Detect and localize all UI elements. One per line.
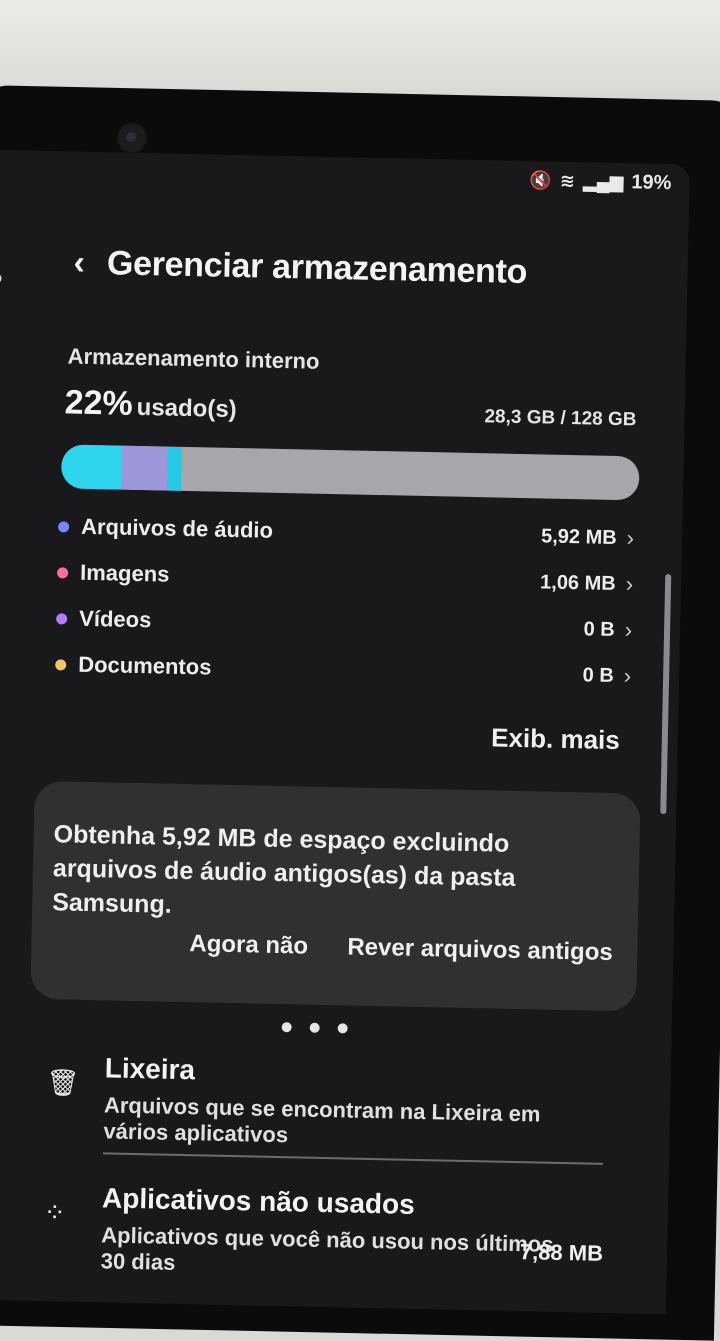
item-subtitle: Arquivos que se encontram na Lixeira em … bbox=[103, 1092, 541, 1148]
item-size: 7,88 MB bbox=[519, 1239, 604, 1266]
not-now-button[interactable]: Agora não bbox=[189, 930, 308, 960]
usage-segment-other bbox=[120, 445, 168, 491]
signal-icon: ▂▄▆ bbox=[582, 171, 624, 193]
chevron-right-icon: › bbox=[623, 663, 632, 689]
category-size: 1,06 MB bbox=[539, 570, 616, 595]
trash-item[interactable]: 🗑 Lixeira Arquivos que se encontram na L… bbox=[45, 1051, 617, 1163]
storage-percent: 22% bbox=[64, 383, 134, 423]
trash-icon: 🗑 bbox=[46, 1067, 80, 1098]
category-size: 0 B bbox=[582, 663, 615, 687]
category-list: Arquivos de áudio 5,92 MB › Imagens 1,06… bbox=[55, 503, 635, 699]
usage-segment-system bbox=[166, 446, 182, 491]
storage-percent-suffix: usado(s) bbox=[136, 393, 237, 424]
storage-usage-bar bbox=[60, 444, 640, 501]
category-name: Imagens bbox=[79, 559, 170, 587]
item-title: Aplicativos não usados bbox=[101, 1182, 416, 1220]
storage-label: Armazenamento interno bbox=[67, 343, 320, 374]
category-name: Arquivos de áudio bbox=[80, 513, 274, 543]
item-title: Lixeira bbox=[104, 1052, 196, 1086]
phone-screen: 🔇 ≋ ▂▄▆ 19% ⌕ s ‹ Gerenciar armazenament… bbox=[0, 150, 690, 1315]
back-icon[interactable]: ‹ bbox=[73, 244, 85, 283]
videos-color-dot bbox=[56, 612, 68, 625]
chevron-right-icon: › bbox=[625, 571, 634, 597]
unused-apps-item[interactable]: ⁘ Aplicativos não usados Aplicativos que… bbox=[42, 1181, 614, 1293]
pager-dot bbox=[337, 1023, 348, 1034]
status-bar: 🔇 ≋ ▂▄▆ 19% bbox=[529, 169, 671, 195]
pager-dot-active bbox=[281, 1022, 292, 1033]
card-pager bbox=[281, 1022, 348, 1034]
category-size: 5,92 MB bbox=[540, 524, 617, 549]
category-name: Documentos bbox=[77, 651, 212, 680]
documents-color-dot bbox=[55, 658, 67, 670]
audio-color-dot bbox=[58, 520, 70, 533]
page-header: ‹ Gerenciar armazenamento bbox=[73, 244, 527, 292]
category-size: 0 B bbox=[583, 617, 615, 641]
chevron-right-icon: › bbox=[626, 525, 635, 551]
suggestion-card: Obtenha 5,92 MB de espaço excluindo arqu… bbox=[30, 780, 641, 1012]
item-subtitle: Aplicativos que você não usou nos último… bbox=[100, 1222, 554, 1275]
chevron-right-icon: › bbox=[624, 617, 633, 643]
wifi-icon: ≋ bbox=[559, 170, 576, 192]
suggestion-text: Obtenha 5,92 MB de espaço excluindo arqu… bbox=[51, 820, 516, 919]
review-old-files-button[interactable]: Rever arquivos antigos bbox=[347, 933, 613, 967]
category-name: Vídeos bbox=[78, 605, 152, 633]
search-icon[interactable]: ⌕ bbox=[0, 262, 4, 294]
scrollbar[interactable] bbox=[660, 574, 672, 815]
storage-summary: 22% usado(s) 28,3 GB / 128 GB bbox=[64, 383, 637, 434]
mute-icon: 🔇 bbox=[529, 170, 553, 191]
battery-level: 19% bbox=[631, 171, 672, 195]
images-color-dot bbox=[57, 566, 69, 579]
usage-segment-audio bbox=[60, 444, 122, 490]
front-camera bbox=[116, 122, 148, 154]
show-more-button[interactable]: Exib. mais bbox=[491, 722, 620, 756]
pager-dot bbox=[309, 1022, 320, 1033]
page-title: Gerenciar armazenamento bbox=[106, 244, 528, 292]
apps-icon: ⁘ bbox=[43, 1197, 66, 1228]
storage-used-total: 28,3 GB / 128 GB bbox=[484, 406, 637, 431]
